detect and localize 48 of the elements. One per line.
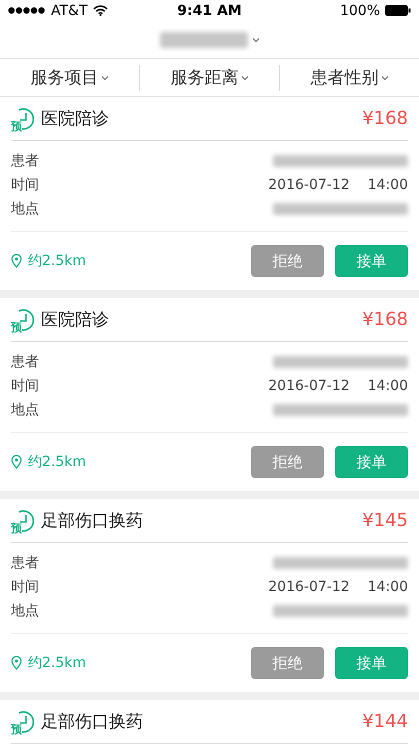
filter-dropdown[interactable]: 服务距离 [140, 64, 280, 91]
price: ¥145 [362, 510, 408, 531]
distance-text: 约2.5km [28, 252, 86, 270]
caret-icon [240, 74, 248, 81]
field-label: 时间 [11, 176, 39, 194]
reject-button[interactable]: 拒绝 [251, 245, 324, 277]
battery-percent: 100% [340, 2, 380, 19]
reject-button[interactable]: 拒绝 [251, 446, 324, 478]
field-value: 2016-07-12 [268, 177, 350, 193]
accept-button[interactable]: 接单 [335, 647, 408, 679]
service-title: 足部伤口换药 [41, 510, 144, 532]
location-pin-icon [11, 656, 22, 670]
caret-icon [252, 37, 260, 44]
field-value: 14:00 [368, 378, 408, 394]
field-label: 患者 [11, 152, 39, 170]
carrier-name: AT&T [51, 2, 88, 19]
location-pin-icon [11, 254, 22, 268]
filter-dropdown[interactable]: 患者性别 [280, 64, 419, 91]
distance-text: 约2.5km [28, 654, 86, 672]
field-label: 时间 [11, 377, 39, 395]
caret-icon [380, 74, 388, 81]
field-label: 地点 [11, 602, 39, 620]
distance-text: 约2.5km [28, 453, 86, 471]
caret-icon [100, 74, 108, 81]
field-value: 2016-07-12 [268, 378, 350, 394]
service-title: 医院陪诊 [41, 108, 110, 130]
location-pin-icon [11, 455, 22, 469]
filter-dropdown[interactable]: 服务项目 [0, 64, 140, 91]
field-label: 地点 [11, 401, 39, 419]
service-title: 医院陪诊 [41, 309, 110, 331]
battery-icon [385, 5, 411, 16]
field-label: 时间 [11, 578, 39, 596]
field-value: 14:00 [368, 177, 408, 193]
service-title: 足部伤口换药 [41, 711, 144, 733]
accept-button[interactable]: 接单 [335, 446, 408, 478]
field-value: 14:00 [368, 579, 408, 595]
wifi-icon [92, 5, 108, 16]
field-value: 2016-07-12 [268, 579, 350, 595]
signal-icon [8, 7, 46, 14]
field-label: 地点 [11, 200, 39, 218]
field-label: 患者 [11, 353, 39, 371]
price: ¥168 [362, 108, 408, 129]
field-label: 患者 [11, 554, 39, 572]
price: ¥144 [362, 711, 408, 732]
accept-button[interactable]: 接单 [335, 245, 408, 277]
clock-time: 9:41 AM [177, 2, 242, 19]
price: ¥168 [362, 309, 408, 330]
reject-button[interactable]: 拒绝 [251, 647, 324, 679]
